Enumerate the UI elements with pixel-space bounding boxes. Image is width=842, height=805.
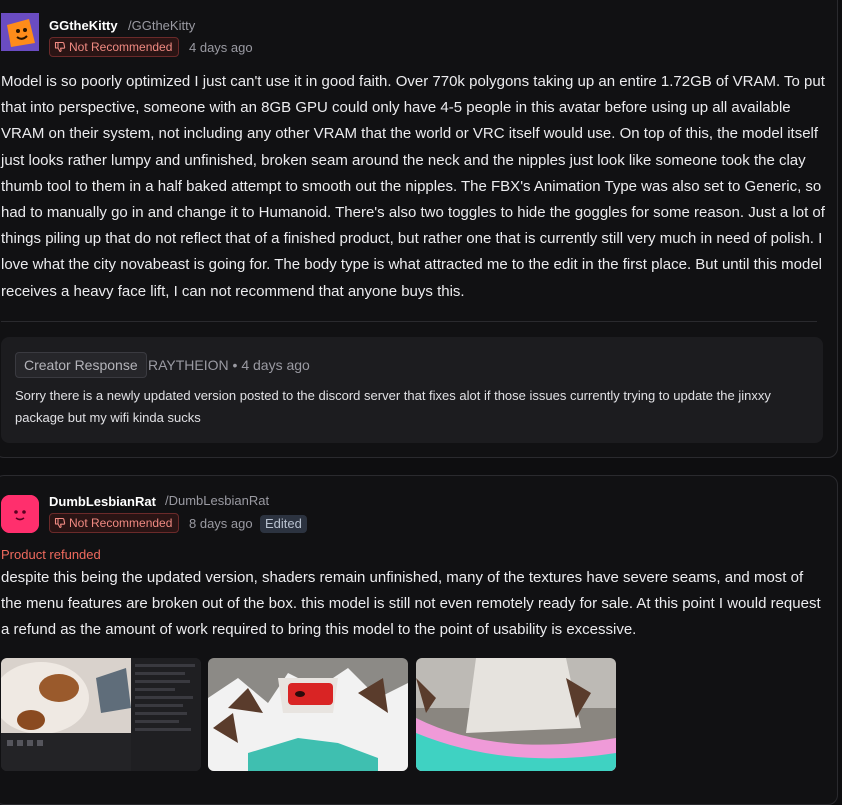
review-body: Model is so poorly optimized I just can'… — [1, 73, 825, 300]
review-card: DumbLesbianRat /DumbLesbianRat Not Recom… — [0, 475, 838, 805]
not-recommended-badge: Not Recommended — [49, 37, 180, 57]
review-time: 4 days ago — [189, 40, 253, 55]
attachment-thumbnail[interactable] — [208, 658, 408, 771]
user-avatar-icon — [1, 495, 39, 533]
review-body: despite this being the updated version, … — [1, 569, 821, 639]
creator-response-text: Sorry there is a newly updated version p… — [15, 388, 771, 425]
review-time: 8 days ago — [189, 516, 253, 531]
creator-response-meta: RAYTHEION • 4 days ago — [148, 357, 310, 373]
username[interactable]: DumbLesbianRat — [49, 494, 156, 509]
edited-badge: Edited — [260, 515, 307, 533]
avatar[interactable] — [1, 13, 39, 51]
screenshot-image — [1, 658, 201, 771]
thumbs-down-icon — [54, 41, 66, 53]
divider — [1, 321, 817, 322]
creator-response-badge: Creator Response — [15, 352, 147, 378]
verdict-label: Not Recommended — [69, 516, 173, 530]
user-handle[interactable]: /GGtheKitty — [128, 18, 195, 33]
screenshot-image — [416, 658, 616, 771]
not-recommended-badge: Not Recommended — [49, 513, 180, 533]
review-card: GGtheKitty /GGtheKitty Not Recommended 4… — [0, 0, 838, 458]
refund-status: Product refunded — [1, 547, 101, 562]
screenshot-image — [208, 658, 408, 771]
username[interactable]: GGtheKitty — [49, 18, 118, 33]
attachment-thumbnail[interactable] — [416, 658, 616, 771]
verdict-label: Not Recommended — [69, 40, 173, 54]
user-avatar-icon — [1, 13, 39, 51]
creator-response: Creator Response RAYTHEION • 4 days ago … — [1, 337, 823, 443]
avatar[interactable] — [1, 495, 39, 533]
attachment-thumbnail[interactable] — [1, 658, 201, 771]
thumbs-down-icon — [54, 517, 66, 529]
user-handle[interactable]: /DumbLesbianRat — [165, 493, 269, 508]
